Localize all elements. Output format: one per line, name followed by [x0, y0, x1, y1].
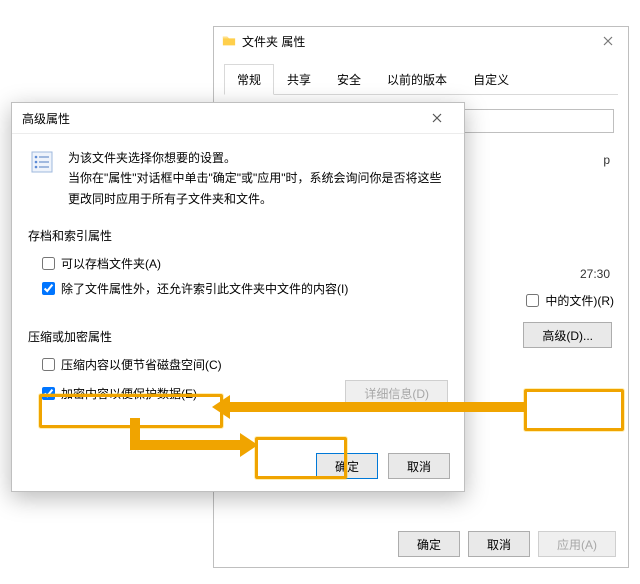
props-cancel-button[interactable]: 取消: [468, 531, 530, 557]
folder-icon: [222, 34, 236, 48]
tab-security[interactable]: 安全: [324, 64, 374, 95]
advanced-footer: 确定 取消: [316, 453, 450, 479]
properties-title: 文件夹 属性: [242, 33, 620, 50]
advanced-titlebar: 高级属性: [12, 103, 464, 134]
adv-cancel-button[interactable]: 取消: [388, 453, 450, 479]
encrypt-row: 加密内容以便保护数据(E) 详细信息(D): [38, 380, 448, 406]
advanced-button[interactable]: 高级(D)...: [523, 322, 612, 348]
advanced-attributes-dialog: 高级属性 为该文件夹选择你想要的设置。 当你在"属性"对话框中单击"确定"或"应…: [11, 102, 465, 492]
intro-line2: 当你在"属性"对话框中单击"确定"或"应用"时，系统会询问你是否将这些更改同时应…: [68, 168, 448, 209]
advanced-title: 高级属性: [22, 110, 70, 127]
intro-row: 为该文件夹选择你想要的设置。 当你在"属性"对话框中单击"确定"或"应用"时，系…: [28, 148, 448, 209]
archive-checkbox[interactable]: [42, 257, 55, 270]
properties-titlebar: 文件夹 属性: [214, 27, 628, 55]
advanced-close-icon[interactable]: [420, 104, 454, 132]
tab-general[interactable]: 常规: [224, 64, 274, 95]
tab-share[interactable]: 共享: [274, 64, 324, 95]
group-compress-title: 压缩或加密属性: [28, 328, 448, 345]
intro-line1: 为该文件夹选择你想要的设置。: [68, 148, 448, 168]
properties-tabs: 常规 共享 安全 以前的版本 自定义: [224, 63, 618, 95]
compress-label: 压缩内容以便节省磁盘空间(C): [61, 356, 222, 373]
settings-list-icon: [28, 148, 56, 176]
encrypt-label: 加密内容以便保护数据(E): [61, 385, 197, 402]
include-sub-label: 中的文件)(R): [545, 292, 614, 309]
tab-custom[interactable]: 自定义: [460, 64, 522, 95]
advanced-body: 为该文件夹选择你想要的设置。 当你在"属性"对话框中单击"确定"或"应用"时，系…: [12, 134, 464, 406]
index-checkbox[interactable]: [42, 282, 55, 295]
compress-checkbox[interactable]: [42, 358, 55, 371]
encrypt-checkbox[interactable]: [42, 387, 55, 400]
compress-row: 压缩内容以便节省磁盘空间(C): [38, 355, 448, 374]
archive-row: 可以存档文件夹(A): [38, 254, 448, 273]
adv-ok-button[interactable]: 确定: [316, 453, 378, 479]
properties-footer: 确定 取消 应用(A): [398, 531, 616, 557]
props-ok-button[interactable]: 确定: [398, 531, 460, 557]
index-label: 除了文件属性外，还允许索引此文件夹中文件的内容(I): [61, 280, 348, 297]
index-row: 除了文件属性外，还允许索引此文件夹中文件的内容(I): [38, 279, 448, 298]
tab-prev[interactable]: 以前的版本: [374, 64, 460, 95]
encrypt-chk-wrap: 加密内容以便保护数据(E): [38, 384, 197, 403]
group-archive-title: 存档和索引属性: [28, 227, 448, 244]
details-button[interactable]: 详细信息(D): [345, 380, 448, 406]
archive-label: 可以存档文件夹(A): [61, 255, 161, 272]
close-icon[interactable]: [588, 27, 628, 55]
props-apply-button[interactable]: 应用(A): [538, 531, 616, 557]
include-sub-checkbox[interactable]: [526, 294, 539, 307]
intro-text: 为该文件夹选择你想要的设置。 当你在"属性"对话框中单击"确定"或"应用"时，系…: [68, 148, 448, 209]
